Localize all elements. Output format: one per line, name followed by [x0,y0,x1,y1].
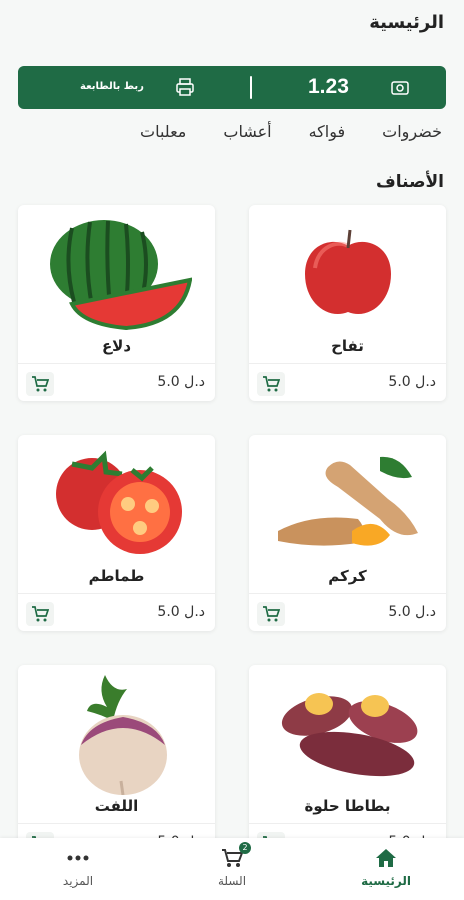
turnip-icon [18,671,215,795]
bottom-nav: الرئيسية 2 السلة المزيد [0,838,464,900]
product-name: تفاح [331,337,364,355]
add-cart-icon [263,606,280,622]
add-to-cart-button[interactable] [26,602,54,626]
nav-more-label: المزيد [62,874,94,888]
balance-bar: 1.23 ربط بالطابعة [18,66,446,109]
product-price: 5.0 د.ل [157,604,205,620]
nav-more[interactable]: المزيد [28,846,128,888]
product-price: 5.0 د.ل [157,374,205,390]
product-name: دلاع [101,337,132,355]
product-footer: 5.0 د.ل [249,593,446,631]
product-card[interactable]: طماطم 5.0 د.ل [18,435,215,631]
apple-icon [249,211,446,335]
cart-badge: 2 [239,842,251,854]
section-title: الأصناف [376,172,444,192]
product-price: 5.0 د.ل [388,374,436,390]
nav-cart-label: السلة [217,874,247,888]
nav-cart[interactable]: 2 السلة [182,842,282,888]
product-name: اللفت [94,797,139,815]
printer-icon[interactable] [175,77,195,97]
balance-divider [250,76,252,99]
product-card[interactable]: بطاطا حلوة 5.0 د.ل [249,665,446,861]
add-to-cart-button[interactable] [257,372,285,396]
connect-printer-button[interactable]: ربط بالطابعة [80,81,144,92]
add-to-cart-button[interactable] [257,602,285,626]
tomato-icon [18,441,215,565]
tab-herbs[interactable]: أعشاب [223,122,271,141]
add-to-cart-button[interactable] [26,372,54,396]
add-cart-icon [263,376,280,392]
product-footer: 5.0 د.ل [249,363,446,401]
product-name: بطاطا حلوة [304,797,391,815]
add-cart-icon [32,606,49,622]
page-title: الرئيسية [369,12,444,33]
product-footer: 5.0 د.ل [18,363,215,401]
product-name: كركم [328,567,367,585]
product-card[interactable]: دلاع 5.0 د.ل [18,205,215,401]
product-price: 5.0 د.ل [388,604,436,620]
home-icon [376,849,396,867]
balance-amount: 1.23 [308,75,349,98]
product-name: طماطم [88,567,145,585]
more-icon [67,855,89,861]
add-cart-icon [32,376,49,392]
tab-fruits[interactable]: فواكه [309,122,346,141]
product-card[interactable]: اللفت 5.0 د.ل [18,665,215,861]
tab-vegetables[interactable]: خضروات [382,122,442,141]
category-tabs: خضروات فواكه أعشاب معلبات [140,122,442,141]
cash-register-icon[interactable] [390,78,410,98]
product-footer: 5.0 د.ل [18,593,215,631]
product-grid: تفاح 5.0 د.ل دلاع 5.0 د.ل كركم 5.0 د.ل ط… [18,205,446,861]
nav-home[interactable]: الرئيسية [336,846,436,888]
tab-canned[interactable]: معلبات [140,122,186,141]
turmeric-icon [249,441,446,565]
watermelon-icon [18,211,215,335]
product-card[interactable]: تفاح 5.0 د.ل [249,205,446,401]
sweet-potato-icon [249,671,446,795]
nav-home-label: الرئيسية [361,874,411,888]
product-card[interactable]: كركم 5.0 د.ل [249,435,446,631]
